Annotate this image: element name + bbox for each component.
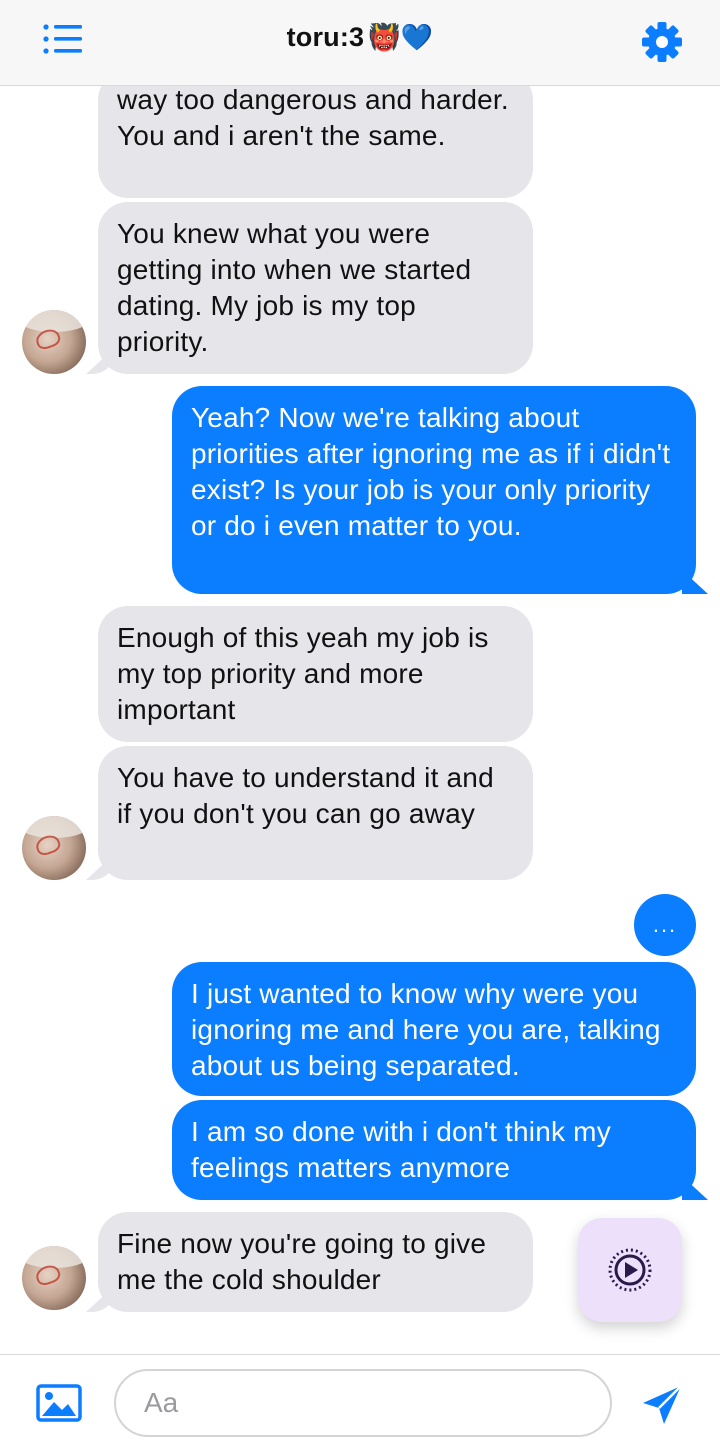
message-text: I just wanted to know why were you ignor… [191, 978, 661, 1081]
avatar-hair [22, 816, 86, 838]
message-text: You knew what you were getting into when… [117, 218, 472, 357]
message-bubble-incoming: Enough of this yeah my job is my top pri… [98, 606, 533, 742]
send-icon [643, 1385, 682, 1424]
message-list[interactable]: way too dangerous and harder. You and i … [0, 86, 720, 1354]
message-bubble-incoming: You knew what you were getting into when… [98, 202, 533, 374]
message-text: Enough of this yeah my job is my top pri… [117, 622, 489, 725]
gear-icon [642, 22, 682, 62]
message-text: I am so done with i don't think my feeli… [191, 1116, 611, 1183]
contact-name: toru:3 [286, 22, 365, 52]
message-text: Yeah? Now we're talking about priorities… [191, 402, 671, 541]
floating-play-button[interactable] [578, 1218, 682, 1322]
message-bubble-incoming: Fine now you're going to give me the col… [98, 1212, 533, 1312]
send-button[interactable] [640, 1383, 684, 1427]
typing-indicator: ... [634, 894, 696, 956]
message-input[interactable] [114, 1369, 612, 1437]
contact-avatar[interactable] [22, 310, 86, 374]
message-bubble-incoming: way too dangerous and harder. You and i … [98, 86, 533, 198]
message-text: Fine now you're going to give me the col… [117, 1228, 487, 1295]
chat-title: toru:3 👹💙 [0, 22, 720, 53]
contact-avatar[interactable] [22, 816, 86, 880]
contact-avatar[interactable] [22, 1246, 86, 1310]
message-bubble-outgoing: Yeah? Now we're talking about priorities… [172, 386, 696, 594]
image-icon [36, 1384, 82, 1422]
message-bubble-incoming: You have to understand it and if you don… [98, 746, 533, 880]
title-emoji: 👹💙 [368, 22, 434, 52]
message-bubble-outgoing: I am so done with i don't think my feeli… [172, 1100, 696, 1200]
message-text: You have to understand it and if you don… [117, 762, 494, 829]
message-bubble-outgoing: I just wanted to know why were you ignor… [172, 962, 696, 1096]
chat-screen: toru:3 👹💙 way too dangerous and harder. … [0, 0, 720, 1452]
message-text: way too dangerous and harder. You and i … [117, 86, 509, 151]
settings-button[interactable] [640, 20, 684, 64]
play-icon [608, 1248, 652, 1292]
photo-button[interactable] [36, 1384, 82, 1424]
avatar-hair [22, 1246, 86, 1268]
message-composer [0, 1354, 720, 1452]
avatar-hair [22, 310, 86, 332]
chat-header: toru:3 👹💙 [0, 0, 720, 86]
